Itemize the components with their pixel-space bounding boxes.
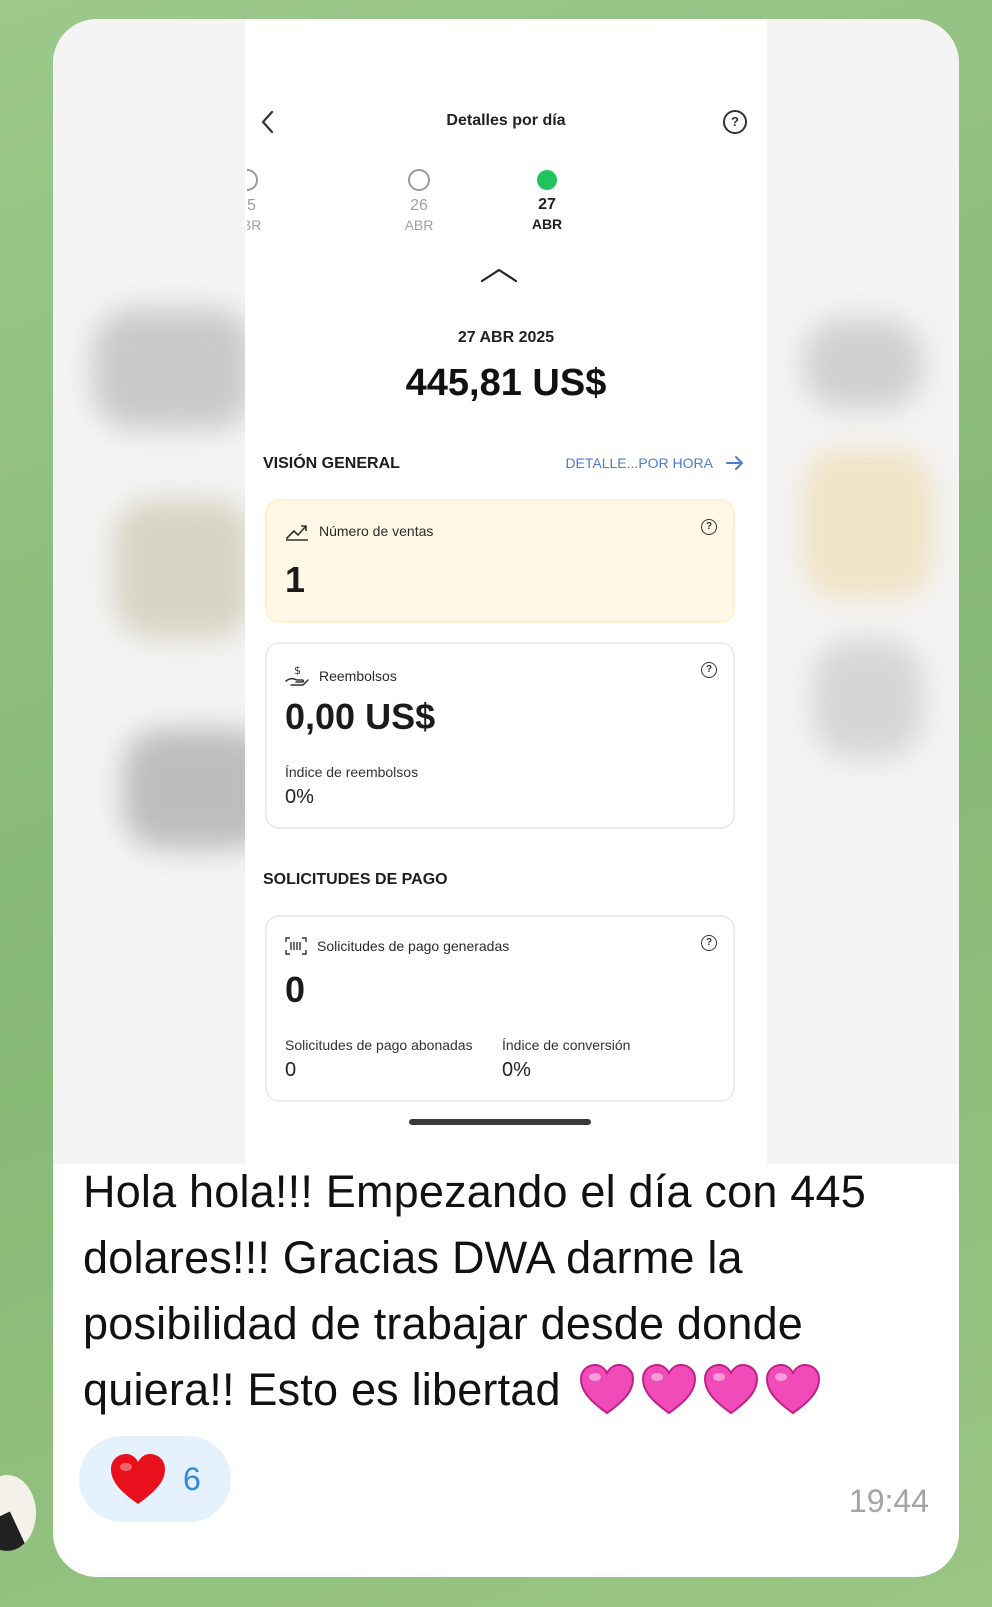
help-icon[interactable]: ? (723, 110, 747, 134)
pink-heart-icon (642, 1363, 697, 1415)
conversion-rate-value: 0% (502, 1059, 531, 1081)
svg-text:$: $ (294, 664, 301, 677)
barcode-scan-icon (285, 937, 307, 955)
red-heart-icon (111, 1454, 165, 1504)
phone-screen: Detalles por día ? 25 ABR 26 ABR 27 ABR … (245, 19, 767, 1164)
payment-requests-label: Solicitudes de pago generadas (317, 938, 510, 954)
payment-requests-card[interactable]: Solicitudes de pago generadas ? 0 Solici… (265, 915, 735, 1102)
refund-hand-icon: $ (285, 664, 309, 686)
refunds-label: Reembolsos (319, 668, 397, 684)
sales-card[interactable]: Número de ventas ? 1 (265, 499, 735, 623)
day-month: ABR (245, 217, 262, 233)
hourly-detail-label: DETALLE...POR HORA (565, 455, 713, 471)
paid-requests-value: 0 (285, 1059, 297, 1081)
selected-day-dot-icon (537, 170, 557, 190)
day-item-26[interactable]: 26 ABR (379, 169, 459, 233)
daily-total: 445,81 US$ (405, 362, 607, 404)
attached-screenshot[interactable]: Detalles por día ? 25 ABR 26 ABR 27 ABR … (53, 19, 959, 1164)
day-number: 27 (538, 196, 556, 213)
hourly-detail-link[interactable]: DETALLE...POR HORA (565, 455, 745, 471)
conversion-rate-label: Índice de conversión (502, 1037, 631, 1053)
day-number: 25 (246, 197, 256, 214)
pink-heart-icon (704, 1363, 759, 1415)
day-month: ABR (404, 217, 434, 233)
home-indicator (409, 1119, 591, 1125)
day-item-25[interactable]: 25 ABR (245, 169, 287, 233)
pink-heart-icon (580, 1363, 635, 1415)
message-bubble: Detalles por día ? 25 ABR 26 ABR 27 ABR … (53, 19, 959, 1577)
day-number: 26 (410, 197, 428, 214)
day-month: ABR (531, 216, 563, 232)
sales-count: 1 (285, 559, 306, 600)
selected-date: 27 ABR 2025 (457, 329, 555, 346)
chevron-up-icon[interactable] (477, 265, 521, 285)
pink-heart-icon (766, 1363, 821, 1415)
trend-chart-icon (286, 525, 308, 541)
paid-requests-label: Solicitudes de pago abonadas (285, 1037, 473, 1053)
refunds-amount: 0,00 US$ (285, 696, 436, 737)
day-item-27[interactable]: 27 ABR (507, 169, 587, 232)
sender-avatar[interactable] (0, 1475, 36, 1551)
message-text: Hola hola!!! Empezando el día con 445 do… (83, 1159, 913, 1423)
help-icon[interactable]: ? (701, 519, 717, 535)
refund-rate-value: 0% (285, 786, 314, 808)
page-title: Detalles por día (446, 112, 566, 129)
reaction-count: 6 (183, 1460, 201, 1497)
sales-label: Número de ventas (319, 523, 434, 539)
refunds-card[interactable]: $ Reembolsos ? 0,00 US$ Índice de reembo… (265, 642, 735, 829)
heart-reaction-button[interactable]: 6 (79, 1436, 231, 1522)
arrow-right-icon (726, 456, 743, 470)
refund-rate-label: Índice de reembolsos (285, 764, 419, 780)
day-dot-icon (408, 169, 430, 191)
day-dot-icon (247, 169, 258, 191)
payment-requests-count: 0 (285, 969, 306, 1010)
payment-requests-title: SOLICITUDES DE PAGO (263, 871, 448, 888)
overview-title: VISIÓN GENERAL (263, 455, 400, 472)
help-icon[interactable]: ? (701, 662, 717, 678)
message-timestamp: 19:44 (848, 1483, 929, 1519)
help-icon[interactable]: ? (701, 935, 717, 951)
